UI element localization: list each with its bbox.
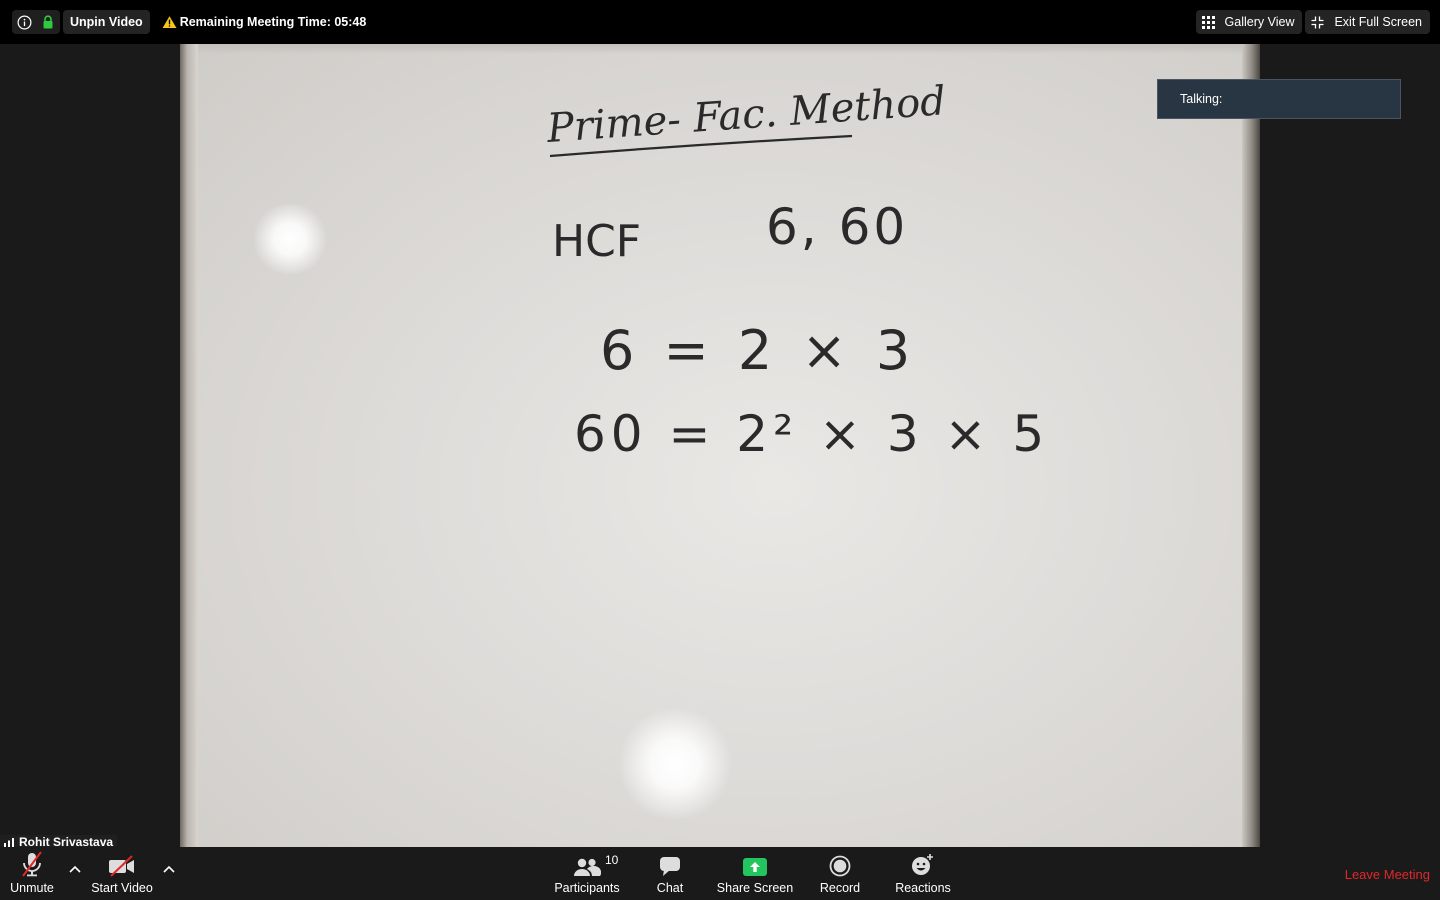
grid-icon bbox=[1201, 15, 1215, 29]
video-off-icon bbox=[109, 855, 134, 877]
remaining-time-indicator: Remaining Meeting Time: 05:48 bbox=[162, 15, 367, 29]
record-icon bbox=[829, 855, 851, 877]
top-bar-right: Gallery View Exit Full Screen bbox=[1195, 10, 1430, 34]
board-title: Prime- Fac. Method bbox=[544, 78, 947, 152]
board-line-numbers: 6, 60 bbox=[766, 198, 908, 256]
chevron-up-icon bbox=[163, 865, 175, 873]
chevron-up-icon bbox=[69, 865, 81, 873]
warning-icon bbox=[162, 16, 177, 28]
muted-microphone-icon bbox=[22, 851, 42, 877]
audio-options-caret[interactable] bbox=[68, 864, 82, 874]
record-label: Record bbox=[819, 881, 861, 895]
participants-count: 10 bbox=[605, 853, 619, 867]
unmute-button[interactable]: Unmute bbox=[8, 847, 56, 900]
start-video-label: Start Video bbox=[91, 881, 153, 895]
chat-label: Chat bbox=[656, 881, 684, 895]
board-line-6: 6 = 2 × 3 bbox=[600, 319, 916, 382]
board-line-hcf: HCF bbox=[552, 216, 641, 267]
chat-button[interactable]: Chat bbox=[650, 847, 690, 900]
board-line-60: 60 = 2² × 3 × 5 bbox=[574, 405, 1049, 463]
reactions-button[interactable]: Reactions bbox=[893, 847, 953, 900]
remaining-time-text: Remaining Meeting Time: 05:48 bbox=[179, 15, 367, 29]
participants-icon bbox=[574, 858, 601, 876]
share-screen-button[interactable]: Share Screen bbox=[712, 847, 798, 900]
video-options-caret[interactable] bbox=[162, 864, 176, 874]
leave-meeting-button[interactable]: Leave Meeting bbox=[1345, 867, 1430, 882]
info-icon[interactable] bbox=[12, 10, 36, 34]
whiteboard-writing: Prime- Fac. Method HCF 6, 60 6 = 2 × 3 6… bbox=[544, 78, 1049, 463]
meeting-controls: Unmute Start Video Participants 10 Chat … bbox=[0, 847, 1440, 900]
exit-full-screen-button[interactable]: Exit Full Screen bbox=[1305, 10, 1430, 34]
reaction-smiley-icon bbox=[912, 854, 933, 875]
share-screen-icon bbox=[743, 858, 767, 876]
top-bar: Unpin Video Remaining Meeting Time: 05:4… bbox=[0, 0, 1440, 44]
unmute-label: Unmute bbox=[10, 881, 54, 895]
exit-full-screen-label: Exit Full Screen bbox=[1334, 15, 1422, 29]
encryption-lock-icon[interactable] bbox=[36, 10, 60, 34]
talking-label: Talking: bbox=[1180, 92, 1223, 106]
record-button[interactable]: Record bbox=[815, 847, 865, 900]
top-bar-left: Unpin Video Remaining Meeting Time: 05:4… bbox=[12, 10, 366, 34]
whiteboard-video-feed: Prime- Fac. Method HCF 6, 60 6 = 2 × 3 6… bbox=[180, 44, 1260, 847]
reactions-label: Reactions bbox=[895, 881, 951, 895]
start-video-button[interactable]: Start Video bbox=[88, 847, 156, 900]
share-screen-label: Share Screen bbox=[716, 881, 794, 895]
gallery-view-button[interactable]: Gallery View bbox=[1195, 10, 1303, 34]
meeting-info-group bbox=[12, 10, 60, 34]
video-stage: Prime- Fac. Method HCF 6, 60 6 = 2 × 3 6… bbox=[0, 44, 1440, 849]
gallery-view-label: Gallery View bbox=[1224, 15, 1295, 29]
talking-indicator: Talking: bbox=[1157, 79, 1401, 119]
chat-icon bbox=[660, 857, 680, 876]
participants-label: Participants bbox=[554, 881, 620, 895]
signal-icon bbox=[4, 838, 14, 847]
unpin-video-button[interactable]: Unpin Video bbox=[63, 10, 150, 34]
exit-fullscreen-icon bbox=[1311, 16, 1324, 28]
